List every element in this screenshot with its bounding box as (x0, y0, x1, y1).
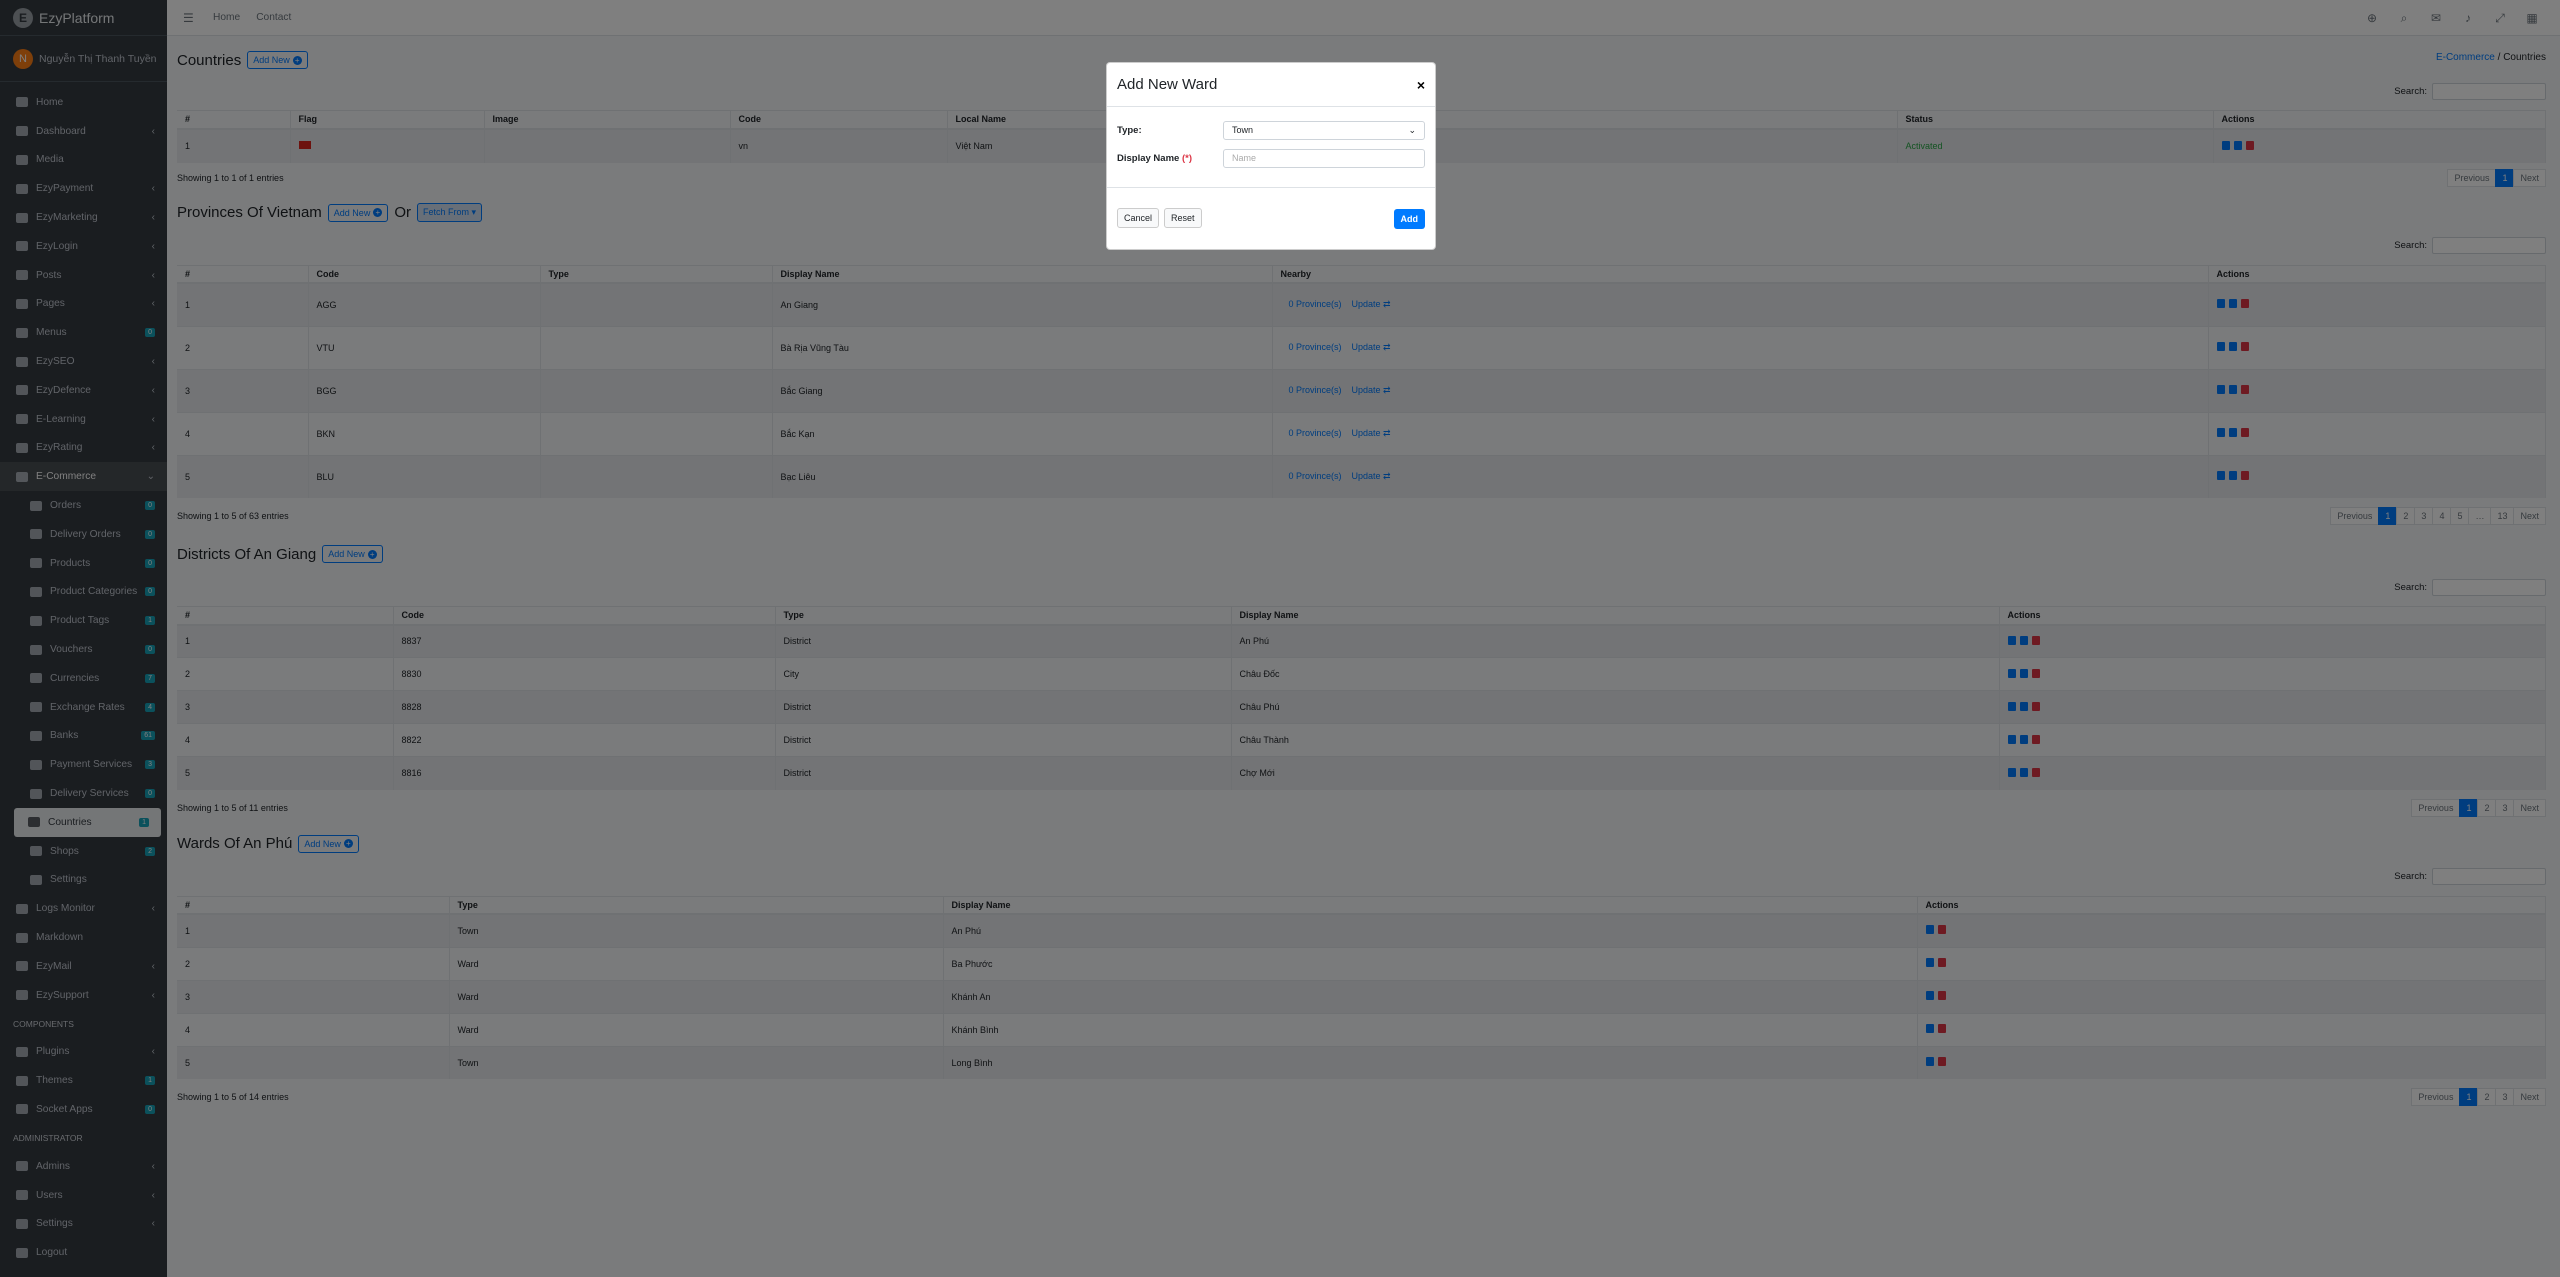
type-row: Type: Town ⌄ (1117, 117, 1425, 143)
display-name-label-text: Display Name (1117, 152, 1180, 164)
cancel-button[interactable]: Cancel (1117, 208, 1160, 228)
required-marker: (*) (1181, 152, 1192, 164)
close-icon[interactable]: × (1417, 77, 1425, 93)
display-name-input[interactable]: Name (1223, 148, 1425, 168)
display-name-label: Display Name (*) (1117, 153, 1223, 164)
type-label: Type: (1117, 124, 1142, 136)
add-button[interactable]: Add (1393, 208, 1425, 229)
modal-title: Add New Ward (1117, 76, 1218, 93)
chevron-down-icon: ⌄ (1408, 124, 1416, 135)
reset-button[interactable]: Reset (1164, 208, 1202, 228)
type-select[interactable]: Town ⌄ (1223, 120, 1425, 140)
type-select-value: Town (1232, 125, 1254, 135)
add-new-ward-modal: Add New Ward × Type: Town ⌄ Display Name (*… (1106, 62, 1436, 250)
modal-body: Type: Town ⌄ Display Name (*) Name (1107, 107, 1435, 187)
modal-header: Add New Ward × (1107, 63, 1435, 107)
display-name-row: Display Name (*) Name (1117, 145, 1425, 171)
modal-footer: Cancel Reset Add (1107, 187, 1435, 249)
